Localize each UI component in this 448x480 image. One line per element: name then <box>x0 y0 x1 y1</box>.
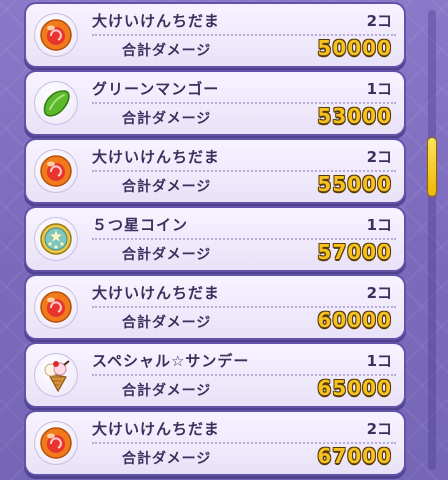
item-name: 大けいけんちだま <box>92 420 220 438</box>
list-item[interactable]: グリーンマンゴー 1コ 合計ダメージ 53000 <box>26 72 404 134</box>
item-quantity: 1コ <box>366 216 392 234</box>
special-sundae-icon <box>34 353 78 397</box>
list-item[interactable]: 大けいけんちだま 2コ 合計ダメージ 55000 <box>26 140 404 202</box>
list-item[interactable]: 大けいけんちだま 2コ 合計ダメージ 50000 <box>26 4 404 66</box>
damage-value: 57000 <box>317 240 392 264</box>
scrollbar-thumb[interactable] <box>428 138 436 196</box>
list-item[interactable]: ５つ星コイン 1コ 合計ダメージ 57000 <box>26 208 404 270</box>
damage-value: 65000 <box>317 376 392 400</box>
list-item[interactable]: 大けいけんちだま 2コ 合計ダメージ 67000 <box>26 412 404 474</box>
damage-label: 合計ダメージ <box>122 43 212 59</box>
item-name: ５つ星コイン <box>92 216 189 234</box>
damage-label: 合計ダメージ <box>122 111 212 127</box>
damage-label: 合計ダメージ <box>122 383 212 399</box>
item-quantity: 2コ <box>366 148 392 166</box>
damage-value: 60000 <box>317 308 392 332</box>
exp-orb-icon <box>34 13 78 57</box>
five-star-coin-icon <box>34 217 78 261</box>
item-name: グリーンマンゴー <box>92 80 220 98</box>
item-name: スペシャル☆サンデー <box>92 352 250 370</box>
damage-label: 合計ダメージ <box>122 451 212 467</box>
scrollbar-track[interactable] <box>428 10 436 470</box>
exp-orb-icon <box>34 421 78 465</box>
item-quantity: 2コ <box>366 284 392 302</box>
damage-value: 55000 <box>317 172 392 196</box>
damage-value: 50000 <box>317 36 392 60</box>
damage-label: 合計ダメージ <box>122 179 212 195</box>
damage-value: 53000 <box>317 104 392 128</box>
item-quantity: 2コ <box>366 12 392 30</box>
list-item[interactable]: スペシャル☆サンデー 1コ 合計ダメージ 65000 <box>26 344 404 406</box>
damage-label: 合計ダメージ <box>122 315 212 331</box>
damage-label: 合計ダメージ <box>122 247 212 263</box>
item-name: 大けいけんちだま <box>92 284 220 302</box>
item-quantity: 2コ <box>366 420 392 438</box>
item-quantity: 1コ <box>366 352 392 370</box>
list-item[interactable]: 大けいけんちだま 2コ 合計ダメージ 60000 <box>26 276 404 338</box>
item-quantity: 1コ <box>366 80 392 98</box>
exp-orb-icon <box>34 285 78 329</box>
damage-value: 67000 <box>317 444 392 468</box>
green-mango-icon <box>34 81 78 125</box>
item-name: 大けいけんちだま <box>92 12 220 30</box>
item-name: 大けいけんちだま <box>92 148 220 166</box>
exp-orb-icon <box>34 149 78 193</box>
